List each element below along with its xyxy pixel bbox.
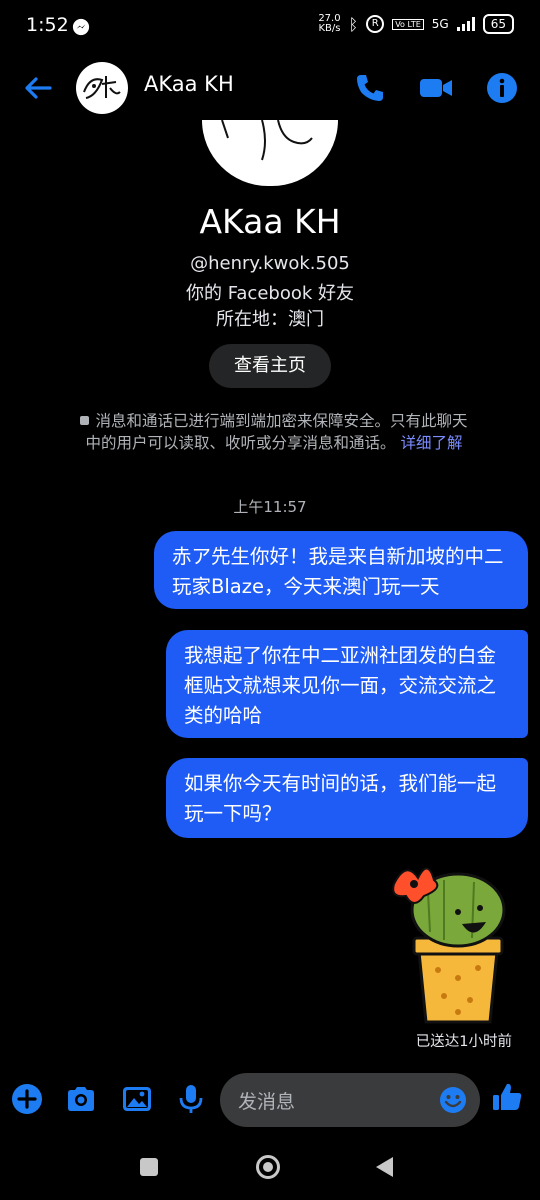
thumbs-up-icon[interactable] — [490, 1080, 524, 1114]
delivery-status: 已送达1小时前 — [415, 1034, 512, 1050]
message-input-placeholder: 发消息 — [238, 1091, 296, 1113]
plus-icon[interactable] — [10, 1082, 44, 1116]
cactus-sticker[interactable] — [388, 852, 510, 1030]
status-icons: 27.0 KB/s ᛒ R Vo LTE 5G 65 — [318, 14, 514, 34]
back-arrow-icon[interactable] — [22, 72, 54, 104]
messenger-notification-icon — [72, 18, 90, 36]
sent-message-bubble[interactable]: 我想起了你在中二亚洲社团发的白金框贴文就想来见你一面，交流交流之类的哈哈 — [166, 630, 528, 738]
profile-avatar-large[interactable] — [202, 120, 338, 186]
status-bar: 1:52 27.0 KB/s ᛒ R Vo LTE 5G 65 — [0, 0, 540, 56]
chat-header: AKaa KH — [0, 56, 540, 120]
microphone-icon[interactable] — [174, 1082, 208, 1116]
message-timestamp: 上午11:57 — [233, 498, 307, 516]
bluetooth-icon: ᛒ — [348, 14, 359, 34]
profile-name: AKaa KH — [199, 202, 341, 241]
emoji-icon[interactable] — [438, 1085, 468, 1115]
info-icon[interactable] — [484, 70, 520, 106]
message-input[interactable]: 发消息 — [220, 1073, 480, 1127]
profile-username: @henry.kwok.505 — [190, 253, 350, 274]
battery-indicator: 65 — [482, 14, 514, 34]
network-type: 5G — [431, 17, 449, 31]
lock-icon — [80, 416, 90, 425]
phone-icon[interactable] — [352, 70, 388, 106]
recent-apps-button[interactable] — [140, 1158, 158, 1176]
avatar-drawing — [83, 76, 121, 99]
volte-icon: Vo LTE — [392, 18, 424, 30]
learn-more-link[interactable]: 详细了解 — [400, 434, 462, 452]
profile-avatar-drawing — [221, 120, 313, 161]
signal-icon — [456, 17, 475, 31]
contact-name[interactable]: AKaa KH — [144, 72, 234, 96]
encryption-notice: 消息和通话已进行端到端加密来保障安全。只有此聊天中的用户可以读取、收听或分享消息… — [74, 410, 474, 454]
message-composer: 发消息 — [0, 1070, 540, 1132]
view-profile-button[interactable]: 查看主页 — [209, 344, 331, 388]
sent-message-bubble[interactable]: 赤ア先生你好！我是来自新加坡的中二玩家Blaze，今天来澳门玩一天 — [154, 531, 528, 609]
profile-relation: 你的 Facebook 好友 — [185, 283, 355, 304]
profile-location: 所在地：澳门 — [216, 309, 324, 330]
sent-message-bubble[interactable]: 如果你今天有时间的话，我们能一起玩一下吗？ — [166, 758, 528, 838]
video-camera-icon[interactable] — [418, 70, 454, 106]
registered-icon: R — [366, 15, 385, 33]
contact-avatar[interactable] — [76, 62, 128, 114]
image-icon[interactable] — [120, 1082, 154, 1116]
home-button[interactable] — [256, 1155, 280, 1179]
system-nav-bar — [0, 1140, 540, 1200]
network-speed: 27.0 KB/s — [318, 13, 341, 34]
camera-icon[interactable] — [64, 1082, 98, 1116]
status-time: 1:52 — [26, 14, 69, 36]
system-back-button[interactable] — [376, 1157, 393, 1177]
